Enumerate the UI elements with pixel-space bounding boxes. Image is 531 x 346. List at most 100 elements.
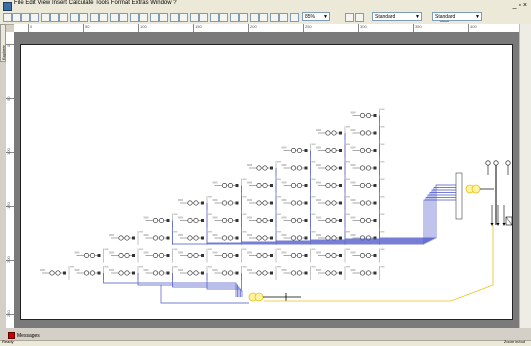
label-block: [350, 164, 356, 166]
toolbar-button-icon[interactable]: [345, 13, 354, 22]
transformer-symbol: [471, 184, 481, 194]
toolbar-button-icon[interactable]: [110, 13, 119, 22]
toolbar-button-icon[interactable]: [21, 13, 30, 22]
toolbar-button-icon[interactable]: [170, 13, 179, 22]
node-circle: [256, 253, 262, 259]
supply-symbol: [493, 160, 499, 166]
toolbar-button-icon[interactable]: [79, 13, 88, 22]
label-block: [277, 231, 281, 233]
menu-extras[interactable]: Extras: [132, 0, 149, 6]
toolbar-button-icon[interactable]: [239, 13, 248, 22]
toolbar-button-icon[interactable]: [59, 13, 68, 22]
style-select-1[interactable]: Standard ▼: [372, 12, 422, 21]
menu-help[interactable]: ?: [173, 0, 176, 6]
toolbar-button-icon[interactable]: [199, 13, 208, 22]
label-block: [350, 251, 356, 254]
vertical-scrollbar[interactable]: [519, 24, 531, 328]
ruler-tick-label: 250: [303, 24, 312, 32]
node-circle: [256, 183, 262, 189]
toolbar-button-icon[interactable]: [355, 13, 364, 22]
label-block: [242, 178, 247, 180]
chevron-down-icon: ▼: [415, 14, 420, 20]
app-icon[interactable]: [3, 2, 12, 11]
label-block: [247, 199, 252, 201]
node-circle: [325, 253, 331, 259]
label-block: [74, 251, 80, 254]
toolbar-button-icon[interactable]: [70, 13, 79, 22]
menu-calculate[interactable]: Calculate: [69, 0, 94, 6]
toolbar-button-icon[interactable]: [12, 13, 21, 22]
label-block: [311, 231, 316, 233]
switch-marker: [373, 131, 377, 135]
node-circle: [256, 235, 262, 241]
menu-file[interactable]: File: [14, 0, 24, 6]
node-circle: [325, 130, 331, 136]
network-diagram[interactable]: [21, 45, 513, 319]
menu-items: File Edit View Insert Calculate Tools Fo…: [14, 0, 177, 6]
label-block: [350, 129, 356, 131]
toolbar-button-icon[interactable]: [190, 13, 199, 22]
window-controls[interactable]: _ ▫ ×: [513, 1, 527, 10]
label-block: [316, 216, 321, 219]
toolbar-button-icon[interactable]: [30, 13, 39, 22]
switch-marker: [270, 254, 273, 257]
switch-marker: [304, 166, 308, 170]
ruler-tick: 50: [6, 97, 14, 101]
node-circle: [193, 235, 199, 241]
toolbar-button-icon[interactable]: [179, 13, 188, 22]
zoom-select[interactable]: 85% ▼: [302, 12, 330, 21]
label-block: [350, 181, 356, 184]
label-block: [311, 143, 316, 145]
style-select-2[interactable]: Standard ▼: [432, 12, 482, 21]
node-circle: [365, 218, 371, 224]
zoom-value: 85%: [305, 14, 316, 20]
label-block: [277, 248, 281, 250]
ruler-tick-label: 50: [83, 24, 89, 32]
switch-marker: [235, 254, 239, 257]
toolbar-button-icon[interactable]: [50, 13, 59, 22]
ruler-tick-label: 100: [6, 148, 11, 155]
label-block: [109, 234, 114, 236]
menu-insert[interactable]: Insert: [52, 0, 67, 6]
drawing-sheet[interactable]: [20, 44, 513, 320]
label-block: [40, 269, 45, 271]
toolbar-button-icon[interactable]: [279, 13, 288, 22]
toolbar-button-icon[interactable]: [250, 13, 259, 22]
toolbar-button-icon[interactable]: [159, 13, 168, 22]
label-block: [277, 266, 281, 268]
node-circle: [359, 148, 365, 154]
label-block: [350, 269, 356, 271]
node-circle: [359, 235, 365, 241]
label-block: [281, 199, 287, 201]
toolbar-button-icon[interactable]: [230, 13, 239, 22]
menu-view[interactable]: View: [37, 0, 50, 6]
menu-window[interactable]: Window: [150, 0, 171, 6]
toolbar-button-icon[interactable]: [41, 13, 50, 22]
label-block: [212, 199, 218, 201]
toolbar-button-icon[interactable]: [219, 13, 228, 22]
toolbar-button-icon[interactable]: [139, 13, 148, 22]
label-block: [380, 143, 385, 145]
transformer-symbol: [254, 292, 264, 302]
toolbar-button-icon[interactable]: [270, 13, 279, 22]
label-block: [212, 269, 218, 271]
menu-format[interactable]: Format: [111, 0, 130, 6]
menu-edit[interactable]: Edit: [25, 0, 35, 6]
toolbar-button-icon[interactable]: [150, 13, 159, 22]
switch-marker: [339, 254, 342, 257]
node-circle: [159, 218, 165, 224]
toolbar-button-icon[interactable]: [3, 13, 12, 22]
label-block: [277, 178, 281, 180]
toolbar-button-icon[interactable]: [210, 13, 219, 22]
toolbar-button-icon[interactable]: [119, 13, 128, 22]
toolbar-button-icon[interactable]: [130, 13, 139, 22]
toolbar-button-icon[interactable]: [90, 13, 99, 22]
toolbar-button-icon[interactable]: [259, 13, 268, 22]
node-circle: [290, 270, 296, 276]
toolbar-button-icon[interactable]: [290, 13, 299, 22]
switch-marker: [373, 201, 377, 205]
menu-tools[interactable]: Tools: [95, 0, 109, 6]
label-block: [173, 213, 178, 215]
switch-marker: [132, 254, 135, 257]
toolbar-button-icon[interactable]: [99, 13, 108, 22]
